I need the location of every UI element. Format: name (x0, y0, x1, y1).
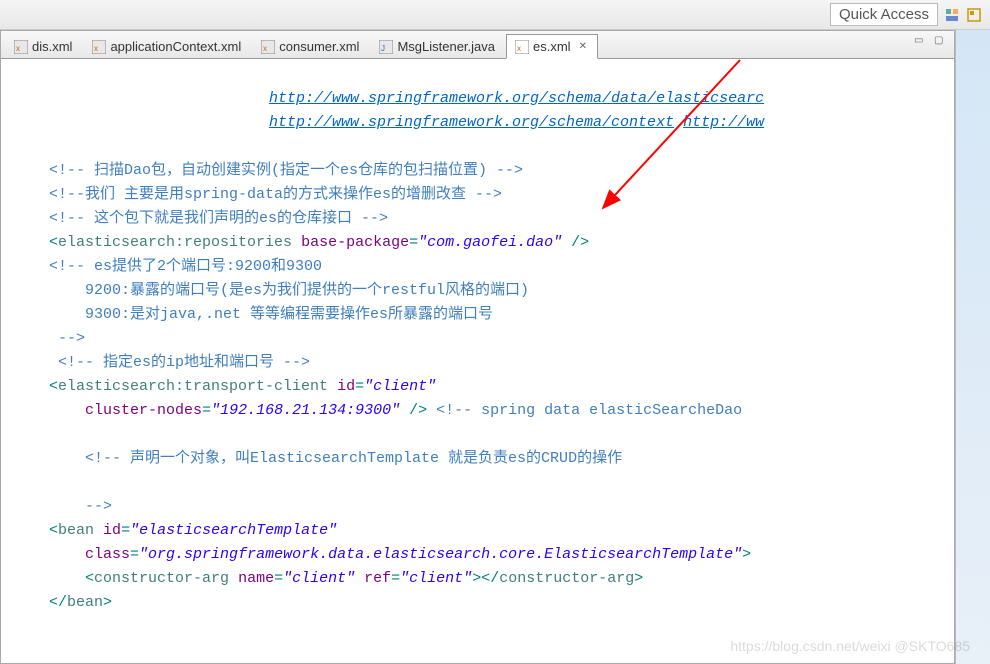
tab-label: consumer.xml (279, 39, 359, 54)
xml-value: "org.springframework.data.elasticsearch.… (139, 546, 742, 563)
comment-line: <!-- 扫描Dao包，自动创建实例(指定一个es仓库的包扫描位置) --> (49, 162, 523, 179)
comment-line: <!--我们 主要是用spring-data的方式来操作es的增删改查 --> (49, 186, 502, 203)
svg-text:x: x (16, 44, 20, 53)
schema-url: http://www.springframework.org/schema/co… (269, 114, 674, 131)
tab-label: MsgListener.java (397, 39, 495, 54)
xml-file-icon: x (14, 40, 28, 54)
schema-url: http://ww (683, 114, 764, 131)
xml-attr: id (103, 522, 121, 539)
xml-value: "com.gaofei.dao" (418, 234, 562, 251)
tab-consumer-xml[interactable]: x consumer.xml (252, 34, 370, 58)
xml-file-icon: x (515, 40, 529, 54)
xml-value: "client" (283, 570, 355, 587)
tab-applicationcontext-xml[interactable]: x applicationContext.xml (83, 34, 252, 58)
xml-file-icon: x (92, 40, 106, 54)
xml-value: "192.168.21.134:9300" (211, 402, 400, 419)
maximize-icon[interactable]: ▢ (934, 35, 948, 49)
svg-text:x: x (517, 44, 521, 53)
xml-tag: elasticsearch:repositories (58, 234, 292, 251)
xml-attr: class (85, 546, 130, 563)
xml-tag: bean (67, 594, 103, 611)
watermark: https://blog.csdn.net/weixi @SKTO685 (730, 638, 970, 654)
editor-window-controls: ▭ ▢ (914, 35, 948, 49)
tab-bar: x dis.xml x applicationContext.xml x con… (1, 31, 954, 59)
xml-file-icon: x (261, 40, 275, 54)
quick-access[interactable]: Quick Access (830, 3, 938, 26)
comment-line: 9200:暴露的端口号(是es为我们提供的一个restful风格的端口) (85, 282, 529, 299)
xml-tag: constructor-arg (499, 570, 634, 587)
comment-line: <!-- 这个包下就是我们声明的es的仓库接口 --> (49, 210, 388, 227)
xml-attr: cluster-nodes (85, 402, 202, 419)
perspective-icon[interactable] (944, 7, 960, 23)
xml-close: /> (400, 402, 427, 419)
xml-value: "client" (364, 378, 436, 395)
top-toolbar: Quick Access (0, 0, 990, 30)
comment-line: --> (85, 498, 112, 515)
tab-msglistener-java[interactable]: J MsgListener.java (370, 34, 506, 58)
main-editor-pane: x dis.xml x applicationContext.xml x con… (0, 30, 955, 664)
xml-value: "elasticsearchTemplate" (130, 522, 337, 539)
open-perspective-icon[interactable] (966, 7, 982, 23)
editor-area: x dis.xml x applicationContext.xml x con… (0, 30, 990, 664)
xml-attr: id (337, 378, 355, 395)
schema-url: http://www.springframework.org/schema/da… (49, 90, 764, 107)
xml-attr: name (238, 570, 274, 587)
svg-text:J: J (381, 44, 385, 53)
tab-label: es.xml (533, 39, 571, 54)
xml-tag: bean (58, 522, 94, 539)
close-icon[interactable]: ✕ (579, 41, 587, 52)
svg-text:x: x (94, 44, 98, 53)
xml-close: /> (562, 234, 589, 251)
comment-line: 9300:是对java,.net 等等编程需要操作es所暴露的端口号 (85, 306, 493, 323)
tab-es-xml[interactable]: x es.xml ✕ (506, 34, 598, 59)
comment-line: <!-- es提供了2个端口号:9200和9300 (49, 258, 322, 275)
xml-tag: constructor-arg (94, 570, 229, 587)
tab-label: dis.xml (32, 39, 72, 54)
tab-dis-xml[interactable]: x dis.xml (5, 34, 83, 58)
xml-tag: elasticsearch:transport-client (58, 378, 328, 395)
svg-text:x: x (263, 44, 267, 53)
code-editor[interactable]: http://www.springframework.org/schema/da… (1, 59, 954, 663)
comment-line: <!-- 声明一个对象，叫ElasticsearchTemplate 就是负责e… (85, 450, 622, 467)
tab-label: applicationContext.xml (110, 39, 241, 54)
xml-attr: ref (364, 570, 391, 587)
right-margin-strip (955, 30, 990, 664)
xml-attr: base-package (301, 234, 409, 251)
comment-line: <!-- spring data elasticSearcheDao (427, 402, 751, 419)
comment-line: --> (58, 330, 85, 347)
java-file-icon: J (379, 40, 393, 54)
minimize-icon[interactable]: ▭ (914, 35, 928, 49)
xml-value: "client" (400, 570, 472, 587)
comment-line: <!-- 指定es的ip地址和端口号 --> (58, 354, 310, 371)
